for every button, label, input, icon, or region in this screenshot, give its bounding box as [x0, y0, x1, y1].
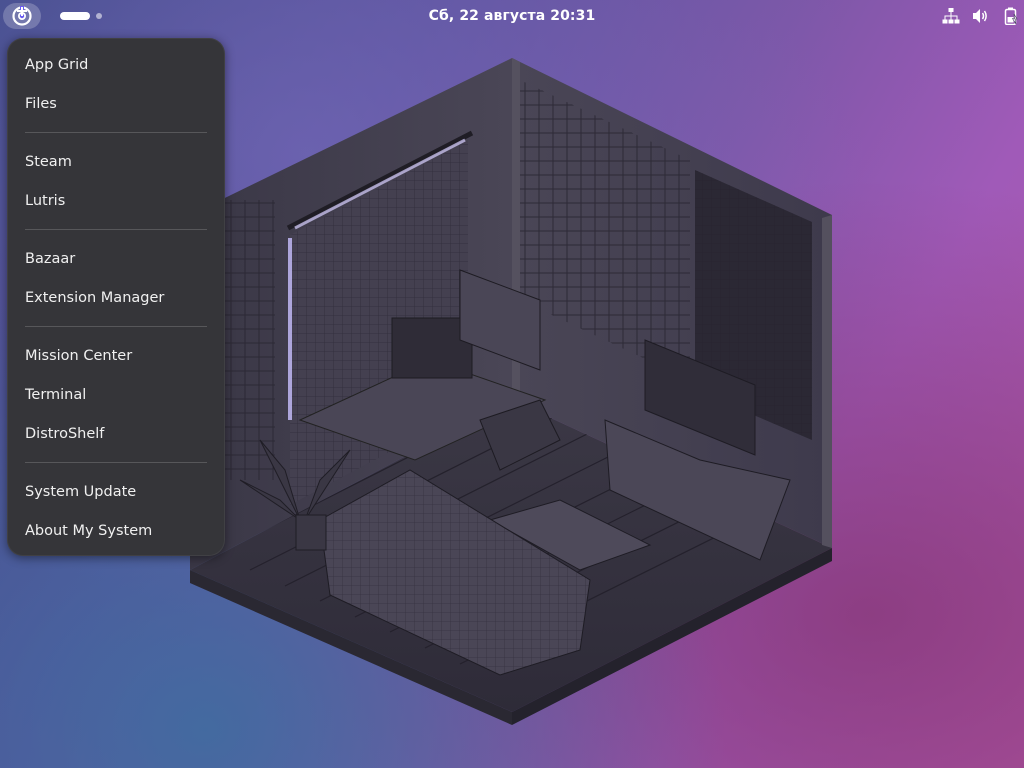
volume-icon[interactable] [972, 7, 990, 25]
top-panel: Сб, 22 августа 20:31 [0, 0, 1024, 32]
menu-separator [25, 462, 207, 463]
app-menu-popup: App Grid Files Steam Lutris Bazaar Exten… [7, 38, 225, 556]
menu-item-label: Terminal [25, 386, 87, 403]
workspace-1-active[interactable] [60, 12, 90, 20]
distro-logo-icon [12, 6, 32, 26]
menu-item-system-update[interactable]: System Update [7, 472, 225, 511]
menu-item-label: Files [25, 95, 57, 112]
menu-item-label: DistroShelf [25, 425, 105, 442]
menu-separator [25, 326, 207, 327]
menu-item-mission-center[interactable]: Mission Center [7, 336, 225, 375]
menu-item-label: Mission Center [25, 347, 133, 364]
battery-icon[interactable] [1002, 7, 1020, 25]
menu-item-terminal[interactable]: Terminal [7, 375, 225, 414]
workspace-2[interactable] [96, 13, 102, 19]
menu-item-extension-manager[interactable]: Extension Manager [7, 278, 225, 317]
activities-button[interactable] [3, 3, 41, 29]
menu-item-label: System Update [25, 483, 137, 500]
menu-separator [25, 229, 207, 230]
workspace-indicator[interactable] [60, 11, 102, 21]
menu-item-files[interactable]: Files [7, 84, 225, 123]
menu-item-steam[interactable]: Steam [7, 142, 225, 181]
system-tray[interactable] [942, 4, 1020, 28]
menu-item-label: App Grid [25, 56, 89, 73]
menu-item-bazaar[interactable]: Bazaar [7, 239, 225, 278]
menu-item-label: Extension Manager [25, 289, 165, 306]
menu-item-label: About My System [25, 522, 153, 539]
network-wired-icon[interactable] [942, 7, 960, 25]
menu-item-label: Steam [25, 153, 72, 170]
menu-item-label: Bazaar [25, 250, 76, 267]
date-time-menu: Сб, 22 августа 20:31 [0, 0, 1024, 32]
menu-item-label: Lutris [25, 192, 66, 209]
menu-item-app-grid[interactable]: App Grid [7, 45, 225, 84]
clock-label[interactable]: Сб, 22 августа 20:31 [429, 8, 596, 24]
menu-separator [25, 132, 207, 133]
menu-item-lutris[interactable]: Lutris [7, 181, 225, 220]
menu-item-about-my-system[interactable]: About My System [7, 511, 225, 550]
menu-item-distroshelf[interactable]: DistroShelf [7, 414, 225, 453]
